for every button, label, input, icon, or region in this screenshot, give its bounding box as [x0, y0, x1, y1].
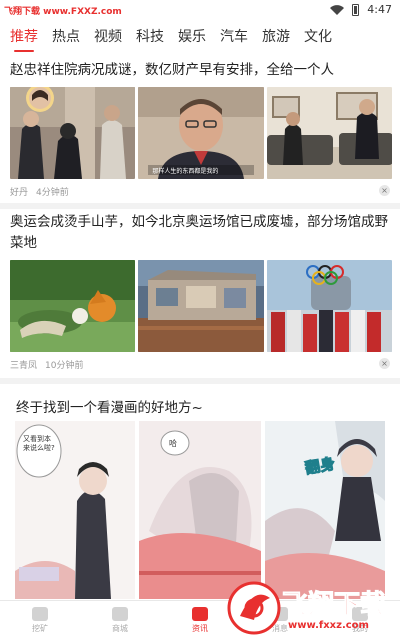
status-bar: 飞翔下载 www.FXXZ.com 4:47	[0, 0, 400, 20]
comic-image[interactable]: 又看到本来说么啦? 哈 翻身	[15, 421, 385, 599]
watermark-url: www.fxxz.com	[288, 620, 369, 631]
comic-panel: 又看到本来说么啦?	[15, 421, 135, 599]
news-source: 好丹	[10, 187, 29, 198]
comic-card[interactable]: 终于找到一个看漫画的好地方~ 又看到本来说么啦? 哈 翻身	[0, 387, 400, 599]
comic-title[interactable]: 终于找到一个看漫画的好地方~	[16, 396, 203, 416]
news-title[interactable]: 奥运会成烫手山芋，如今北京奥运场馆已成废墟，部分场馆成野菜地	[10, 212, 392, 254]
tab-video[interactable]: 视频	[94, 26, 122, 50]
news-image[interactable]	[138, 260, 264, 352]
divider	[0, 378, 400, 384]
news-image[interactable]	[10, 87, 136, 179]
tab-entertainment[interactable]: 娱乐	[178, 26, 206, 50]
speech-bubble: 又看到本来说么啦?	[23, 435, 55, 452]
watermark-logo: 飞翔下载 www.fxxz.com	[226, 580, 396, 636]
status-icons: 4:47	[330, 3, 392, 16]
nav-mine[interactable]: 挖矿	[0, 601, 80, 639]
speech-bubble: 哈	[169, 439, 177, 448]
tab-travel[interactable]: 旅游	[262, 26, 290, 50]
divider	[0, 203, 400, 209]
nav-shop[interactable]: 商城	[80, 601, 160, 639]
news-item[interactable]: 赵忠祥住院病况成谜，数亿财产早有安排，全给一个人 那样人生的东西都是我的 好丹 …	[10, 60, 392, 198]
image-caption: 那样人生的东西都是我的	[152, 168, 219, 175]
shop-icon	[112, 606, 128, 621]
nav-label: 商城	[112, 623, 128, 633]
news-image[interactable]	[10, 260, 136, 352]
news-meta: 三青凤 10分钟前 ×	[10, 358, 392, 371]
news-time: 4分钟前	[36, 187, 69, 198]
news-icon	[192, 606, 208, 621]
tab-tech[interactable]: 科技	[136, 26, 164, 50]
news-image[interactable]	[266, 87, 392, 179]
battery-icon	[352, 3, 360, 16]
nav-label: 挖矿	[32, 623, 48, 633]
wifi-icon	[330, 4, 345, 15]
news-meta: 好丹 4分钟前 ×	[10, 185, 392, 198]
dismiss-icon[interactable]: ×	[379, 358, 390, 369]
watermark-text: 飞翔下载 www.FXXZ.com	[4, 7, 122, 17]
news-image[interactable]	[266, 260, 392, 352]
news-time: 10分钟前	[45, 360, 84, 371]
comic-panel: 哈	[139, 421, 261, 599]
tab-hot[interactable]: 热点	[52, 26, 80, 50]
comic-panel: 翻身	[265, 421, 385, 599]
clock: 4:47	[367, 3, 392, 16]
news-title[interactable]: 赵忠祥住院病况成谜，数亿财产早有安排，全给一个人	[10, 60, 392, 81]
dismiss-icon[interactable]: ×	[379, 185, 390, 196]
tab-culture[interactable]: 文化	[304, 26, 332, 50]
nav-label: 资讯	[192, 623, 208, 633]
home-icon	[32, 606, 48, 621]
news-images[interactable]	[10, 260, 392, 352]
news-image[interactable]: 那样人生的东西都是我的	[138, 87, 264, 179]
tab-recommend[interactable]: 推荐	[10, 26, 38, 52]
news-images[interactable]: 那样人生的东西都是我的	[10, 87, 392, 179]
channel-tabs: 推荐 热点 视频 科技 娱乐 汽车 旅游 文化	[0, 22, 400, 54]
watermark-brand: 飞翔下载	[281, 590, 387, 621]
tab-auto[interactable]: 汽车	[220, 26, 248, 50]
news-item[interactable]: 奥运会成烫手山芋，如今北京奥运场馆已成废墟，部分场馆成野菜地 三青凤 10分钟前…	[10, 212, 392, 371]
news-source: 三青凤	[10, 360, 38, 371]
